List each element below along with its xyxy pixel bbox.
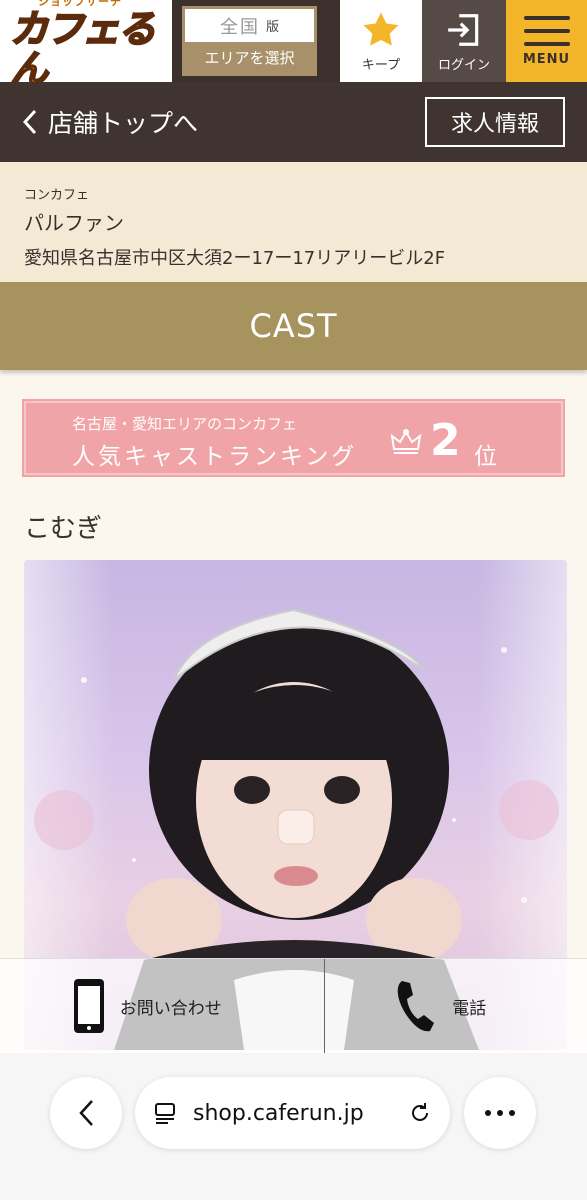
phone-button[interactable]: 電話 xyxy=(294,959,587,1053)
site-logo[interactable]: ショップサーチ カフェるん xyxy=(0,0,172,90)
inquiry-button[interactable]: お問い合わせ xyxy=(0,959,294,1053)
section-title: CAST xyxy=(249,307,338,345)
rank-unit: 位 xyxy=(474,444,497,470)
shop-name: パルファン xyxy=(24,211,124,235)
url-text: shop.caferun.jp xyxy=(193,1100,364,1126)
contact-divider xyxy=(324,959,325,1054)
login-label: ログイン xyxy=(437,57,490,73)
hamburger-icon xyxy=(523,15,570,46)
login-button[interactable]: ログイン xyxy=(422,0,506,82)
ranking-title: 人気キャストランキング xyxy=(72,444,358,470)
region-current: 全国 版 xyxy=(185,9,314,42)
more-dots-icon xyxy=(485,1110,515,1116)
shop-info: コンカフェ パルファン 愛知県名古屋市中区大須2ー17ー17リアリービル2F xyxy=(0,162,587,282)
back-arrow-icon xyxy=(79,1100,93,1126)
menu-button[interactable]: MENU xyxy=(506,0,587,82)
address-bar[interactable]: shop.caferun.jp xyxy=(135,1077,450,1149)
shop-category: コンカフェ xyxy=(24,188,90,203)
chevron-left-icon xyxy=(22,109,37,135)
job-info-button[interactable]: 求人情報 xyxy=(425,97,565,147)
reload-icon[interactable] xyxy=(408,1101,432,1125)
smartphone-icon xyxy=(73,979,104,1033)
rank-number: 2 xyxy=(430,415,461,466)
inquiry-label: お問い合わせ xyxy=(119,998,222,1019)
login-icon xyxy=(448,13,479,46)
shop-top-label: 店舗トップへ xyxy=(48,109,199,138)
crown-icon xyxy=(390,429,422,454)
ranking-banner: 名古屋・愛知エリアのコンカフェ 人気キャストランキング 2 位 xyxy=(22,399,565,477)
phone-label: 電話 xyxy=(452,998,487,1019)
browser-back-button[interactable] xyxy=(50,1077,122,1149)
browser-toolbar: shop.caferun.jp xyxy=(0,1053,587,1200)
region-select-label: エリアを選択 xyxy=(204,48,295,67)
keep-button[interactable]: キープ xyxy=(340,0,422,82)
phone-icon xyxy=(397,981,435,1032)
browser-more-button[interactable] xyxy=(464,1077,536,1149)
page-format-icon xyxy=(155,1103,175,1124)
region-name: 全国 xyxy=(219,16,260,38)
cast-name: こむぎ xyxy=(24,514,103,544)
region-suffix: 版 xyxy=(265,20,279,35)
sub-nav-bar: 店舗トップへ 求人情報 xyxy=(0,82,587,162)
contact-bar: お問い合わせ 電話 xyxy=(0,958,587,1054)
shop-top-link[interactable]: 店舗トップへ xyxy=(22,104,198,140)
keep-label: キープ xyxy=(361,57,401,73)
ranking-subtitle: 名古屋・愛知エリアのコンカフェ xyxy=(72,415,298,433)
star-icon xyxy=(363,12,399,46)
region-selector[interactable]: 全国 版 エリアを選択 xyxy=(182,6,317,76)
shop-address: 愛知県名古屋市中区大須2ー17ー17リアリービル2F xyxy=(24,248,446,269)
logo-text: カフェるん xyxy=(9,7,157,91)
section-header: CAST xyxy=(0,282,587,370)
menu-label: MENU xyxy=(522,51,571,67)
